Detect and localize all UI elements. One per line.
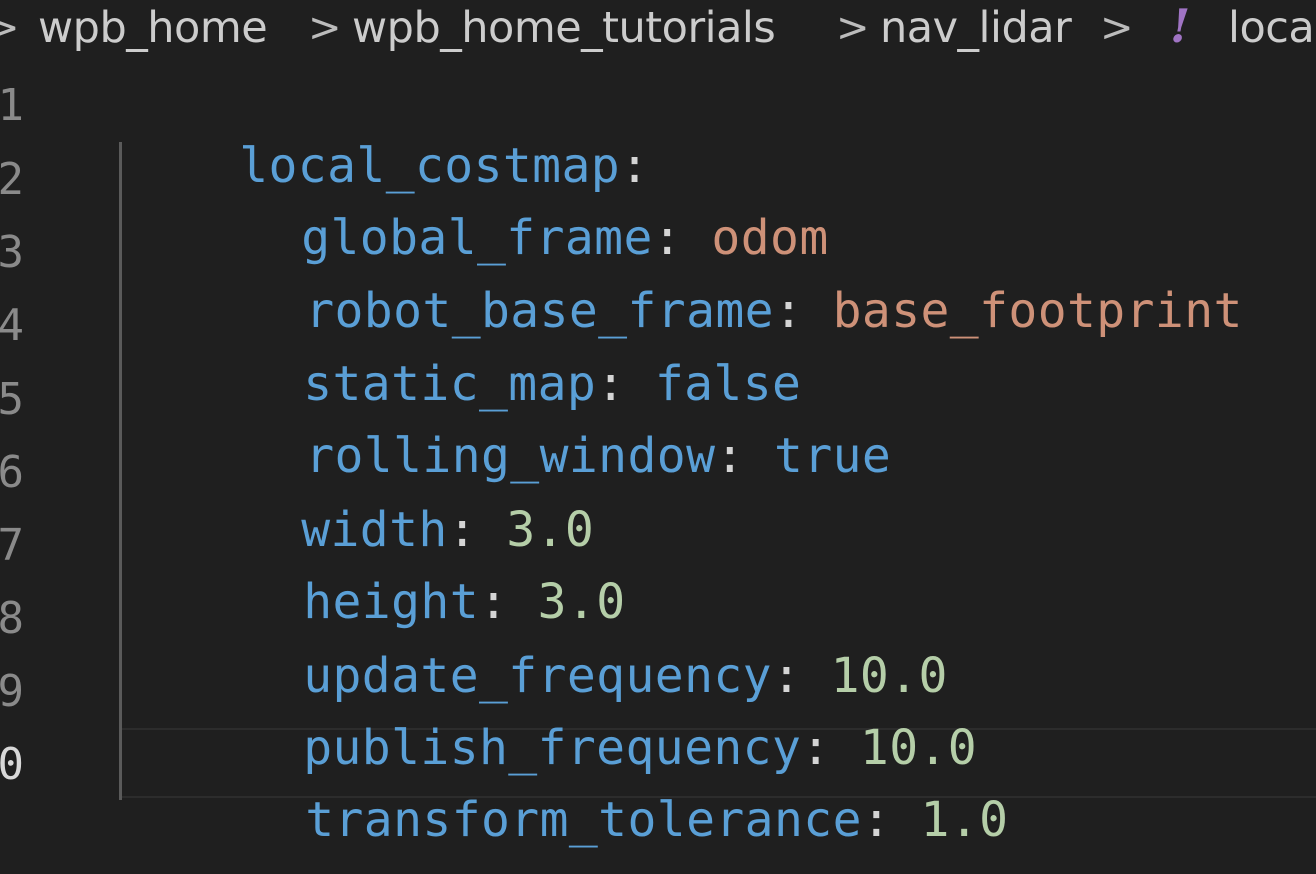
- line-number: 3: [0, 227, 24, 278]
- line-number-active: 0: [0, 739, 24, 790]
- code-editor[interactable]: > wpb_home > wpb_home_tutorials > nav_li…: [0, 0, 1316, 874]
- breadcrumb-item-nav-lidar[interactable]: nav_lidar: [880, 0, 1072, 56]
- line-number: 7: [0, 520, 24, 571]
- yaml-colon: :: [861, 792, 892, 848]
- line-number: 9: [0, 666, 24, 717]
- breadcrumb-item-wpb-home-tutorials[interactable]: wpb_home_tutorials: [352, 0, 776, 56]
- yaml-colon: :: [715, 428, 745, 484]
- code-line-current[interactable]: transform_tolerance: 1.0: [188, 730, 1008, 874]
- line-number: 4: [0, 300, 24, 351]
- line-number: 5: [0, 374, 24, 425]
- breadcrumb-item-file[interactable]: local: [1228, 0, 1316, 56]
- chevron-right-icon: >: [0, 5, 20, 51]
- line-number: 2: [0, 154, 24, 205]
- breadcrumb: > wpb_home > wpb_home_tutorials > nav_li…: [0, 0, 1316, 56]
- chevron-right-icon: >: [1100, 5, 1134, 51]
- line-number: 6: [0, 447, 24, 498]
- yaml-bool-value: true: [774, 428, 892, 484]
- yaml-string-value: base_footprint: [832, 283, 1243, 339]
- yaml-key: transform_tolerance: [305, 792, 862, 848]
- line-number: 8: [0, 593, 24, 644]
- yaml-file-icon: !: [1170, 0, 1190, 53]
- breadcrumb-item-wpb-home[interactable]: wpb_home: [38, 0, 268, 56]
- chevron-right-icon: >: [308, 5, 342, 51]
- chevron-right-icon: >: [836, 5, 870, 51]
- yaml-number-value: 1.0: [920, 792, 1009, 848]
- line-number: 1: [0, 80, 24, 131]
